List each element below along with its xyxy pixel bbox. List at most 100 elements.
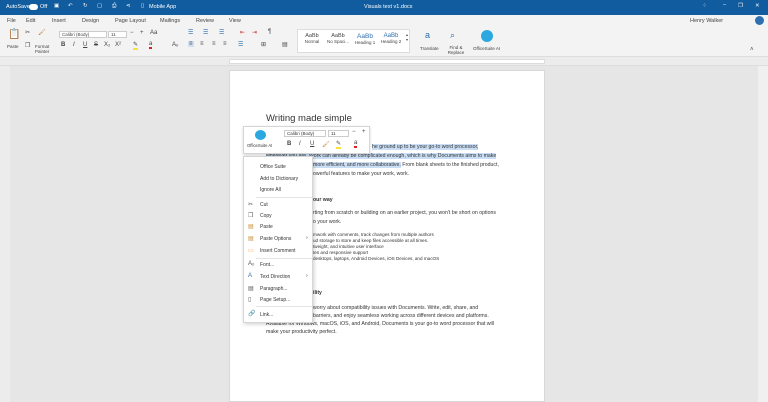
menu-mailings[interactable]: Mailings: [160, 18, 180, 24]
align-right-icon[interactable]: ≡: [212, 41, 216, 47]
autosave-toggle[interactable]: [29, 4, 38, 10]
style-heading-2[interactable]: AaBb Heading 2: [378, 33, 404, 44]
paste-icon[interactable]: 📋: [8, 29, 20, 40]
menu-paragraph[interactable]: Paragraph...: [260, 286, 288, 292]
find-replace-button[interactable]: Find & Replace: [446, 45, 466, 55]
menu-file[interactable]: File: [7, 18, 16, 24]
menu-page-layout[interactable]: Page Layout: [115, 18, 146, 24]
mini-increase-font-icon[interactable]: +: [362, 129, 366, 135]
vertical-scrollbar[interactable]: [758, 66, 768, 402]
format-painter-button[interactable]: Format Painter: [35, 44, 53, 54]
bold-icon[interactable]: B: [61, 42, 65, 48]
numbering-icon[interactable]: ☰: [203, 29, 208, 36]
decrease-indent-icon[interactable]: ⇤: [240, 29, 245, 36]
collapse-ribbon-icon[interactable]: ˄: [750, 47, 754, 53]
style-no-spacing[interactable]: AaBb No Spaci...: [326, 33, 350, 44]
increase-font-icon[interactable]: +: [140, 30, 144, 36]
mini-italic-icon[interactable]: I: [299, 141, 301, 147]
underline-icon[interactable]: U: [83, 42, 87, 48]
font-color-icon[interactable]: a: [149, 41, 153, 49]
doc-bullet: tweight, and intuitive user interface: [313, 244, 384, 249]
minimize-icon[interactable]: –: [723, 2, 726, 8]
mini-font-color-icon[interactable]: a: [354, 140, 358, 148]
save-icon[interactable]: ▣: [54, 3, 59, 9]
format-painter-icon[interactable]: 🖌: [38, 29, 46, 36]
cut-icon[interactable]: ✂: [25, 29, 30, 36]
superscript-icon[interactable]: X²: [115, 42, 121, 48]
menu-edit[interactable]: Edit: [26, 18, 35, 24]
autosave-state: Off: [40, 4, 48, 10]
mini-bold-icon[interactable]: B: [287, 141, 291, 147]
borders-icon[interactable]: ⊞: [261, 41, 266, 48]
menu-insert-comment[interactable]: Insert Comment: [260, 248, 296, 254]
multilevel-icon[interactable]: ☰: [219, 29, 224, 36]
mini-highlight-icon[interactable]: ✎: [336, 140, 342, 149]
menu-page-setup[interactable]: Page Setup...: [260, 297, 290, 303]
mobile-icon[interactable]: ▯: [141, 3, 144, 9]
undo-icon[interactable]: ↶: [68, 3, 73, 9]
style-normal[interactable]: AaBb Normal: [300, 33, 324, 44]
mini-decrease-font-icon[interactable]: −: [352, 129, 356, 135]
change-case-icon[interactable]: Aa: [150, 30, 157, 36]
decrease-font-icon[interactable]: −: [130, 30, 134, 36]
ignore-all[interactable]: Ignore All: [260, 187, 281, 193]
menu-review[interactable]: Review: [196, 18, 214, 24]
doc-title: Writing made simple: [266, 113, 352, 124]
align-center-icon[interactable]: ≡: [200, 41, 204, 47]
horizontal-ruler[interactable]: [0, 57, 768, 66]
bullets-icon[interactable]: ☰: [188, 29, 193, 36]
officesuite-ai-icon[interactable]: [255, 130, 266, 140]
add-to-dictionary[interactable]: Add to Dictionary: [260, 176, 298, 182]
menu-link[interactable]: Link...: [260, 312, 273, 318]
italic-icon[interactable]: I: [73, 42, 75, 48]
print-icon[interactable]: ⎙: [112, 3, 116, 10]
redo-icon[interactable]: ↻: [83, 3, 88, 9]
shading-icon[interactable]: ▤: [282, 41, 288, 48]
align-left-icon[interactable]: ≡: [188, 41, 194, 47]
translate-button[interactable]: Translate: [420, 46, 439, 51]
gallery-scroll-icon[interactable]: ▴ ▾: [406, 32, 408, 42]
pilcrow-icon[interactable]: ¶: [268, 29, 271, 35]
menu-cut[interactable]: Cut: [260, 202, 268, 208]
menu-paste-options[interactable]: Paste Options: [260, 236, 291, 242]
increase-indent-icon[interactable]: ⇥: [252, 29, 257, 36]
size-select[interactable]: 11: [108, 31, 127, 38]
highlight-icon[interactable]: ✎: [133, 41, 139, 50]
mobile-app-button[interactable]: Mobile App: [149, 4, 176, 10]
suggestion-office-suite[interactable]: Office Suite: [260, 164, 286, 170]
doc-line: more efficient, and more collaborative.: [313, 162, 401, 168]
avatar[interactable]: [755, 16, 764, 25]
line-spacing-icon[interactable]: ☰: [238, 41, 243, 48]
style-heading-1[interactable]: AaBb Heading 1: [352, 33, 378, 45]
officesuite-ai-button[interactable]: OfficeSuite AI: [473, 46, 500, 51]
mini-size-select[interactable]: 11: [328, 130, 349, 137]
font-select[interactable]: Calibri (Body): [59, 31, 107, 38]
paste-button[interactable]: Paste: [7, 44, 19, 49]
styles-icon[interactable]: Aₒ: [172, 42, 178, 48]
vertical-ruler[interactable]: [0, 66, 10, 402]
menu-insert[interactable]: Insert: [52, 18, 66, 24]
mini-format-painter-icon[interactable]: 🖌: [322, 141, 330, 148]
menu-view[interactable]: View: [229, 18, 241, 24]
new-doc-icon[interactable]: ▢: [97, 3, 102, 9]
officesuite-ai-icon[interactable]: [481, 30, 493, 42]
doc-heading: our way: [313, 197, 333, 203]
justify-icon[interactable]: ≡: [223, 41, 227, 47]
mini-underline-icon[interactable]: U: [310, 141, 314, 147]
mini-ai-button[interactable]: OfficeSuite AI: [247, 143, 272, 148]
menu-copy[interactable]: Copy: [260, 213, 272, 219]
menu-text-direction[interactable]: Text Direction: [260, 274, 290, 280]
mini-font-select[interactable]: Calibri (Body): [284, 130, 326, 137]
menu-design[interactable]: Design: [82, 18, 99, 24]
restore-icon[interactable]: ❐: [738, 3, 743, 9]
menu-paste[interactable]: Paste: [260, 224, 273, 230]
copy-icon[interactable]: ❐: [25, 42, 30, 49]
menu-font[interactable]: Font...: [260, 262, 274, 268]
translate-icon[interactable]: a: [425, 30, 430, 40]
close-icon[interactable]: ✕: [755, 3, 760, 9]
subscript-icon[interactable]: X₂: [104, 42, 110, 48]
find-replace-icon[interactable]: ⌕: [450, 30, 455, 41]
strike-icon[interactable]: S: [94, 42, 98, 48]
fullscreen-icon[interactable]: ⁘: [702, 3, 707, 9]
share-icon[interactable]: ⋖: [126, 3, 131, 9]
